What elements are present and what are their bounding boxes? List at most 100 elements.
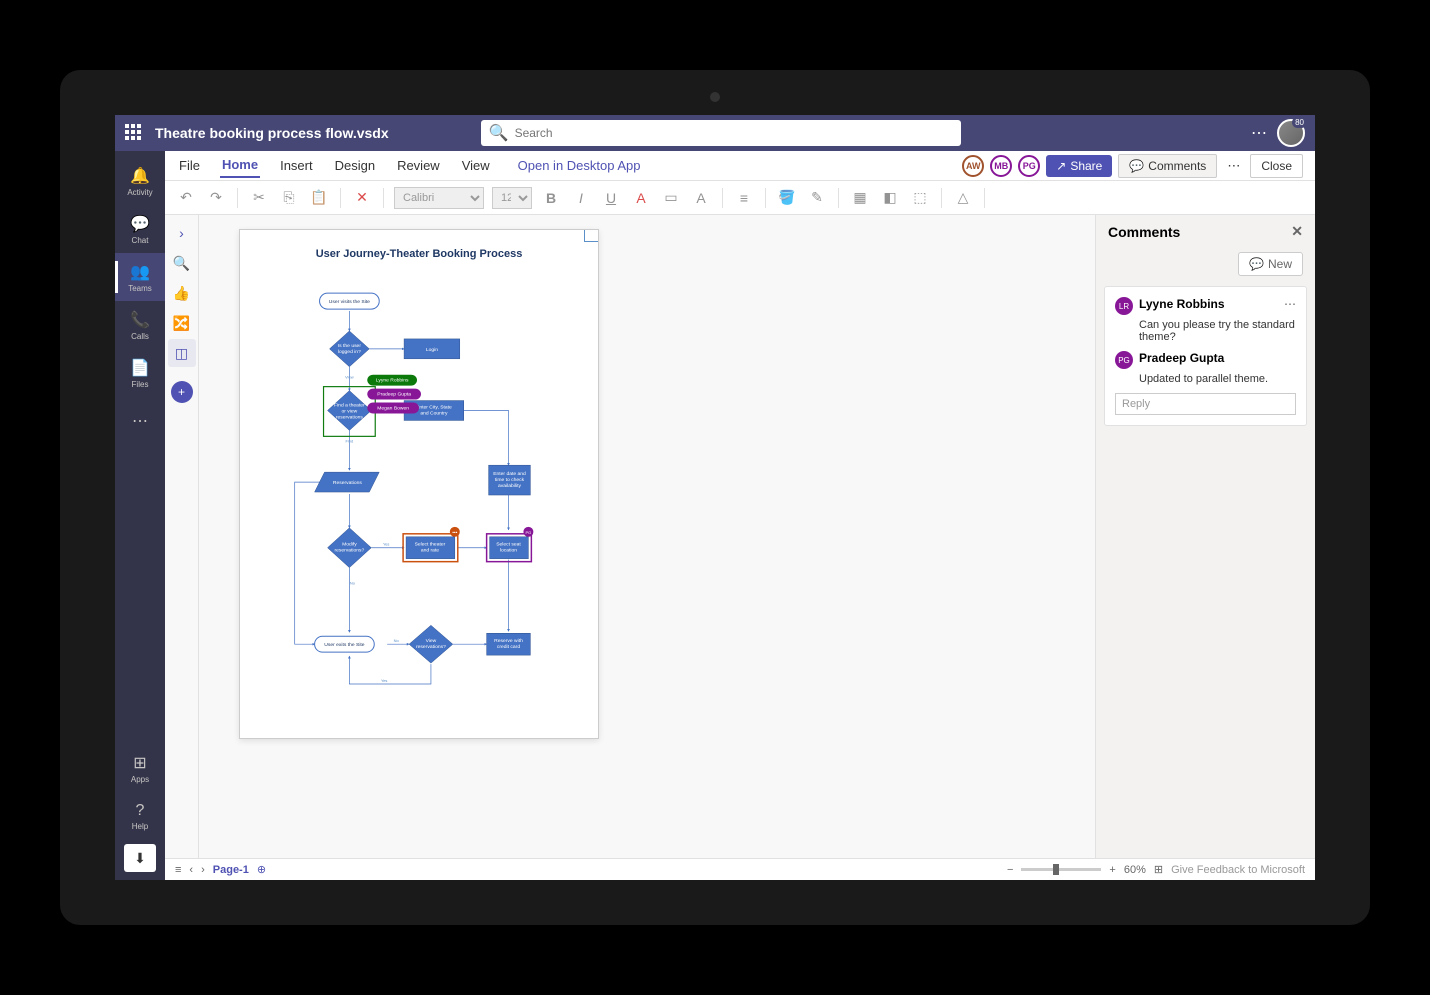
- undo-icon[interactable]: ↶: [175, 187, 197, 209]
- comment-thread[interactable]: LR Lyyne Robbins ⋯ Can you please try th…: [1104, 286, 1307, 426]
- zoom-slider[interactable]: [1021, 868, 1101, 871]
- search-tool-icon[interactable]: 🔍: [168, 249, 196, 277]
- tab-home[interactable]: Home: [220, 153, 260, 178]
- presence-mb[interactable]: MB: [990, 155, 1012, 177]
- svg-text:availability: availability: [498, 483, 521, 489]
- paste-icon[interactable]: 📋: [308, 187, 330, 209]
- zoom-in-icon[interactable]: +: [1109, 864, 1115, 876]
- shapes-icon[interactable]: △: [952, 187, 974, 209]
- highlight-icon[interactable]: ▭: [660, 187, 682, 209]
- copy-icon[interactable]: ⎘: [278, 187, 300, 209]
- svg-text:location: location: [500, 548, 517, 554]
- flowchart-svg: User visits the Site Is the userlogged i…: [240, 270, 598, 730]
- expand-panel-icon[interactable]: ›: [168, 219, 196, 247]
- svg-text:Select theater: Select theater: [415, 542, 446, 548]
- search-icon: 🔍: [489, 123, 509, 143]
- left-tool-panel: › 🔍 👍 🔀 ◫ +: [165, 215, 199, 858]
- shapes-tool-icon[interactable]: ◫: [168, 339, 196, 367]
- rail-more[interactable]: ⋯: [115, 397, 165, 445]
- svg-text:Find: Find: [346, 438, 354, 443]
- canvas[interactable]: User Journey-Theater Booking Process: [199, 215, 1095, 858]
- zoom-out-icon[interactable]: −: [1007, 864, 1013, 876]
- page-tab[interactable]: Page-1: [213, 864, 249, 876]
- open-desktop-link[interactable]: Open in Desktop App: [518, 158, 641, 173]
- share-button[interactable]: ↗Share: [1046, 155, 1112, 177]
- line-icon[interactable]: ✎: [806, 187, 828, 209]
- cut-icon[interactable]: ✂: [248, 187, 270, 209]
- font-name-select[interactable]: Calibri: [394, 187, 484, 209]
- presence-pg[interactable]: PG: [1018, 155, 1040, 177]
- font-color-icon[interactable]: A: [630, 187, 652, 209]
- new-comment-button[interactable]: 💬New: [1238, 252, 1303, 276]
- svg-text:Select seat: Select seat: [496, 542, 521, 548]
- svg-text:reservations: reservations: [336, 414, 364, 420]
- italic-icon[interactable]: I: [570, 187, 592, 209]
- user-avatar[interactable]: 80: [1277, 119, 1305, 147]
- add-page-icon[interactable]: ⊕: [257, 863, 266, 876]
- feedback-link[interactable]: Give Feedback to Microsoft: [1171, 864, 1305, 876]
- comment-icon: 💬: [1129, 159, 1144, 173]
- bold-icon[interactable]: B: [540, 187, 562, 209]
- align-icon[interactable]: ≡: [733, 187, 755, 209]
- search-input[interactable]: [515, 126, 953, 140]
- svg-text:View: View: [345, 375, 354, 380]
- close-button[interactable]: Close: [1250, 154, 1303, 178]
- svg-text:Lyyne Robbins: Lyyne Robbins: [376, 378, 409, 384]
- search-box[interactable]: 🔍: [481, 120, 961, 146]
- svg-text:and rate: and rate: [421, 548, 439, 554]
- svg-text:Yes: Yes: [381, 678, 387, 683]
- reply-input[interactable]: Reply: [1115, 393, 1296, 415]
- app-rail: 🔔Activity 💬Chat 👥Teams 📞Calls 📄Files ⋯ ⊞…: [115, 151, 165, 880]
- rail-calls[interactable]: 📞Calls: [115, 301, 165, 349]
- page[interactable]: User Journey-Theater Booking Process: [239, 229, 599, 739]
- zoom-percent[interactable]: 60%: [1124, 864, 1146, 876]
- titlebar-more-icon[interactable]: ⋯: [1251, 123, 1267, 143]
- add-tool-icon[interactable]: +: [171, 381, 193, 403]
- rail-activity[interactable]: 🔔Activity: [115, 157, 165, 205]
- comment-author: Lyyne Robbins: [1139, 297, 1225, 311]
- tab-review[interactable]: Review: [395, 154, 442, 177]
- fontsize-inc-icon[interactable]: A: [690, 187, 712, 209]
- comments-panel-title: Comments: [1108, 224, 1180, 240]
- close-panel-icon[interactable]: ✕: [1291, 223, 1303, 240]
- position-icon[interactable]: ◧: [879, 187, 901, 209]
- underline-icon[interactable]: U: [600, 187, 622, 209]
- phone-icon: 📞: [130, 310, 150, 330]
- font-size-select[interactable]: 12: [492, 187, 532, 209]
- comment-more-icon[interactable]: ⋯: [1284, 297, 1296, 311]
- ribbon: ↶ ↷ ✂ ⎘ 📋 ✕ Calibri 12 B I U A ▭ A ≡ 🪣 ✎…: [165, 181, 1315, 215]
- fit-page-icon[interactable]: ⊞: [1154, 863, 1163, 876]
- tab-insert[interactable]: Insert: [278, 154, 315, 177]
- rail-chat[interactable]: 💬Chat: [115, 205, 165, 253]
- fill-icon[interactable]: 🪣: [776, 187, 798, 209]
- arrange-icon[interactable]: ▦: [849, 187, 871, 209]
- app-launcher-icon[interactable]: [125, 124, 143, 142]
- hierarchy-tool-icon[interactable]: 🔀: [168, 309, 196, 337]
- next-page-icon[interactable]: ›: [201, 864, 205, 876]
- tab-design[interactable]: Design: [333, 154, 377, 177]
- sheet-menu-icon[interactable]: ≡: [175, 864, 181, 876]
- group-icon[interactable]: ⬚: [909, 187, 931, 209]
- rail-teams[interactable]: 👥Teams: [115, 253, 165, 301]
- menubar: File Home Insert Design Review View Open…: [165, 151, 1315, 181]
- delete-icon[interactable]: ✕: [351, 187, 373, 209]
- file-icon: 📄: [130, 358, 150, 378]
- like-tool-icon[interactable]: 👍: [168, 279, 196, 307]
- tab-view[interactable]: View: [460, 154, 492, 177]
- rail-apps[interactable]: ⊞Apps: [115, 744, 165, 792]
- svg-text:time to check: time to check: [495, 477, 525, 483]
- ellipsis-icon: ⋯: [132, 411, 148, 431]
- menubar-more-icon[interactable]: ⋯: [1223, 158, 1244, 174]
- svg-text:View: View: [426, 638, 437, 644]
- svg-text:Reserve with: Reserve with: [494, 638, 523, 644]
- tab-file[interactable]: File: [177, 154, 202, 177]
- download-button[interactable]: ⬇: [124, 844, 156, 872]
- document-title[interactable]: Theatre booking process flow.vsdx: [155, 125, 389, 141]
- prev-page-icon[interactable]: ‹: [189, 864, 193, 876]
- redo-icon[interactable]: ↷: [205, 187, 227, 209]
- presence-aw[interactable]: AW: [962, 155, 984, 177]
- rail-help[interactable]: ?Help: [115, 792, 165, 840]
- rail-files[interactable]: 📄Files: [115, 349, 165, 397]
- apps-icon: ⊞: [133, 753, 146, 773]
- comments-button[interactable]: 💬Comments: [1118, 154, 1217, 178]
